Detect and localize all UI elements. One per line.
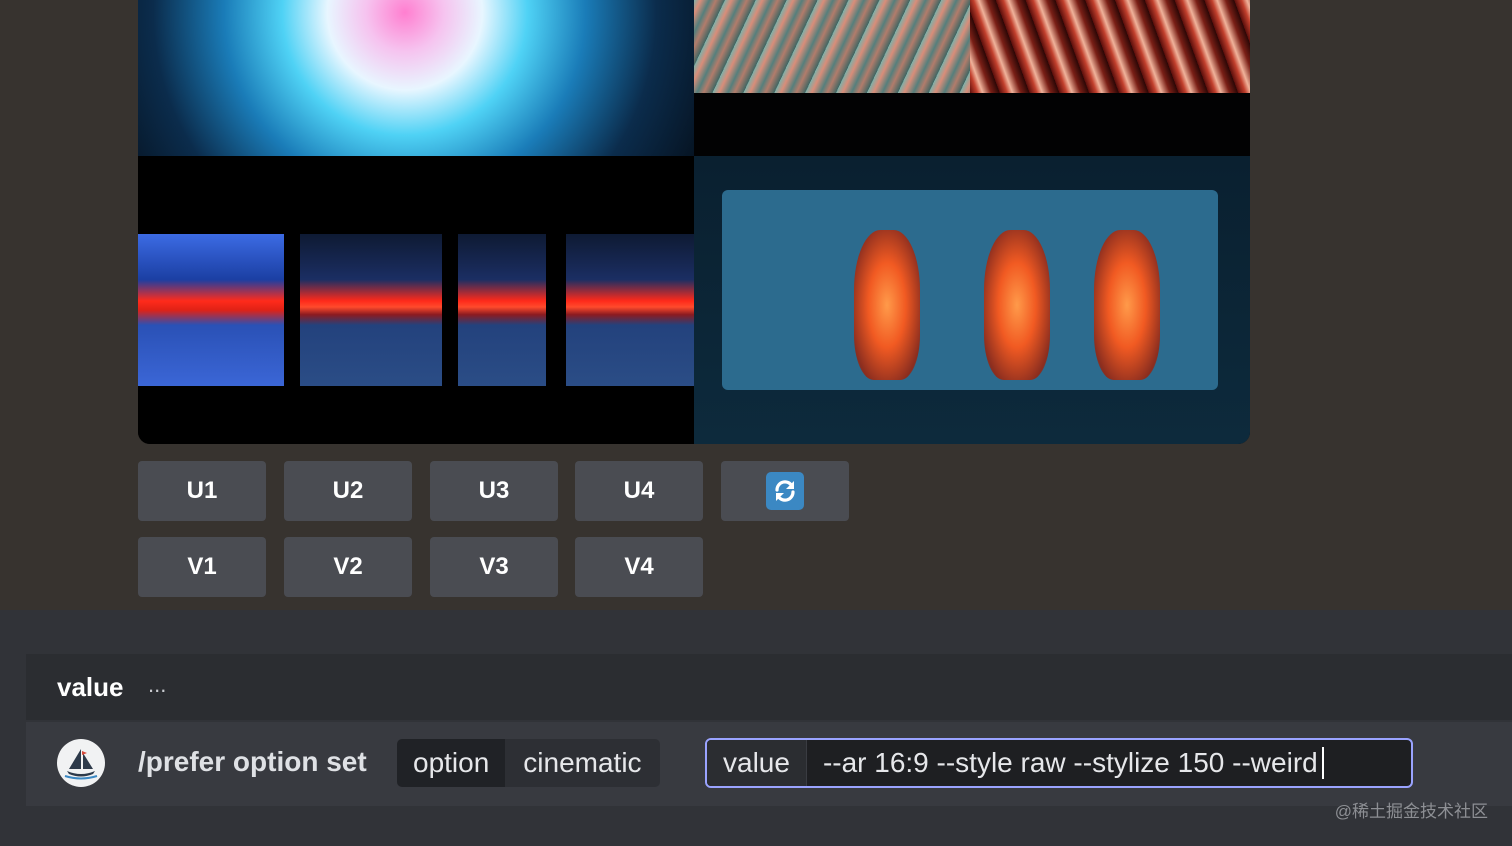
flame <box>984 230 1050 380</box>
upscale-4-button[interactable]: U4 <box>575 461 703 521</box>
upscale-1-button[interactable]: U1 <box>138 461 266 521</box>
text-caret <box>1321 747 1324 779</box>
grid-image-2-right <box>970 0 1250 93</box>
option-hint-bar: value ... <box>26 654 1512 720</box>
variation-2-button[interactable]: V2 <box>284 537 412 597</box>
image-grid[interactable] <box>138 0 1250 444</box>
message-composer: value ... /prefer option set option cine… <box>0 610 1512 846</box>
hint-label: value <box>57 672 124 702</box>
strip-1 <box>138 234 284 386</box>
grid-image-3[interactable] <box>138 156 694 444</box>
grid-image-4[interactable] <box>694 156 1250 444</box>
option-value[interactable]: cinematic <box>505 739 660 787</box>
value-chip[interactable]: value --ar 16:9 --style raw --stylize 15… <box>705 738 1413 788</box>
grid-image-2-left <box>694 0 970 93</box>
flame <box>854 230 920 380</box>
option-chip[interactable]: option cinematic <box>397 739 660 787</box>
hint-ellipsis: ... <box>148 672 167 697</box>
fire-frame <box>722 190 1218 390</box>
slash-command-input[interactable]: /prefer option set option cinematic valu… <box>26 722 1512 806</box>
grid-image-2[interactable] <box>694 0 1250 156</box>
flame <box>1094 230 1160 380</box>
sailboat-icon <box>64 749 98 780</box>
value-field[interactable]: --ar 16:9 --style raw --stylize 150 --we… <box>807 740 1328 786</box>
value-key: value <box>707 740 807 786</box>
variation-1-button[interactable]: V1 <box>138 537 266 597</box>
grid-image-1[interactable] <box>138 0 694 156</box>
command-name: /prefer option set <box>138 746 367 777</box>
refresh-icon <box>766 472 804 510</box>
reroll-button[interactable] <box>721 461 849 521</box>
variation-3-button[interactable]: V3 <box>430 537 558 597</box>
upscale-3-button[interactable]: U3 <box>430 461 558 521</box>
watermark: @稀土掘金技术社区 <box>1334 802 1488 821</box>
value-text: --ar 16:9 --style raw --stylize 150 --we… <box>822 747 1318 778</box>
bot-avatar <box>57 739 105 787</box>
strip-2 <box>300 234 442 386</box>
strip-4 <box>566 234 694 386</box>
variation-4-button[interactable]: V4 <box>575 537 703 597</box>
strip-3 <box>458 234 546 386</box>
option-key: option <box>397 739 506 787</box>
upscale-2-button[interactable]: U2 <box>284 461 412 521</box>
